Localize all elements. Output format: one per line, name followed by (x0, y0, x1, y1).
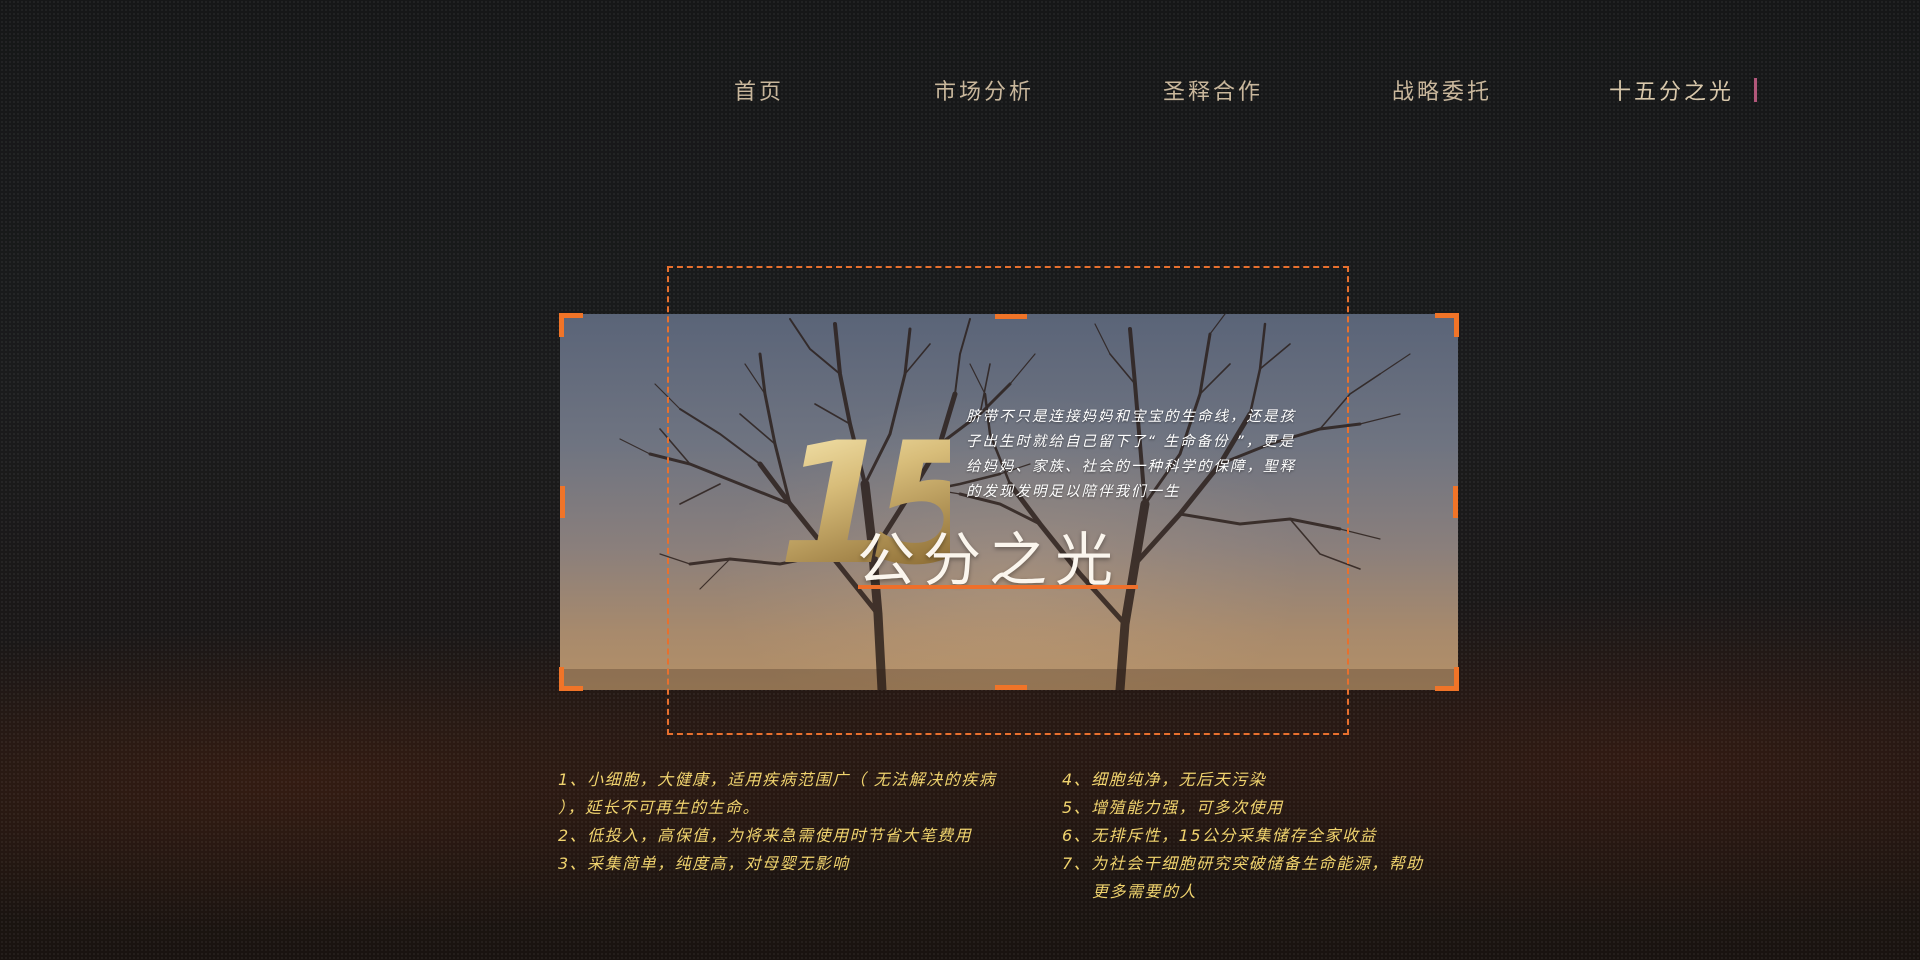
feature-list-right: 4、细胞纯净，无后天污染 5、增殖能力强，可多次使用 6、无排斥性，15公分采集… (1062, 766, 1482, 906)
feature-item: 6、无排斥性，15公分采集储存全家收益 (1062, 826, 1378, 845)
top-nav: 首页 市场分析 圣释合作 战略委托 十五分之光 (0, 70, 1920, 110)
page: 首页 市场分析 圣释合作 战略委托 十五分之光 15 公分之光 脐带不只是连接妈… (0, 0, 1920, 960)
feature-item-continued: 更多需要的人 (1092, 882, 1198, 901)
feature-item: 4、细胞纯净，无后天污染 (1062, 770, 1267, 789)
corner-bracket-bottom-left (559, 667, 583, 691)
nav-active-indicator (1754, 78, 1757, 102)
nav-item-home[interactable]: 首页 (734, 74, 784, 106)
corner-bracket-bottom-right (1435, 667, 1459, 691)
edge-tick-left (560, 486, 565, 518)
hero-intro-text: 脐带不只是连接妈妈和宝宝的生命线，还是孩子出生时就给自己留下了“ 生命备份 ”，… (966, 409, 1296, 500)
feature-item: 3、采集简单，纯度高，对母婴无影响 (558, 854, 850, 873)
corner-bracket-top-left (559, 313, 583, 337)
feature-item: 5、增殖能力强，可多次使用 (1062, 798, 1284, 817)
corner-bracket-top-right (1435, 313, 1459, 337)
nav-item-market-analysis[interactable]: 市场分析 (934, 74, 1034, 106)
feature-item: 1、小细胞，大健康，适用疾病范围广（ 无法解决的疾病 ），延长不可再生的生命。 (558, 770, 997, 817)
feature-item: 2、低投入，高保值，为将来急需使用时节省大笔费用 (558, 826, 973, 845)
edge-tick-top (995, 314, 1027, 319)
feature-item: 7、为社会干细胞研究突破储备生命能源，帮助 (1062, 854, 1424, 873)
nav-item-strategic-entrust[interactable]: 战略委托 (1392, 74, 1492, 106)
edge-tick-right (1453, 486, 1458, 518)
nav-item-cooperation[interactable]: 圣释合作 (1163, 74, 1263, 106)
nav-item-fifteen-light[interactable]: 十五分之光 (1609, 74, 1734, 106)
feature-list-left: 1、小细胞，大健康，适用疾病范围广（ 无法解决的疾病 ），延长不可再生的生命。 … (558, 766, 1020, 878)
edge-tick-bottom (995, 685, 1027, 690)
subtitle-underline (858, 585, 1138, 589)
